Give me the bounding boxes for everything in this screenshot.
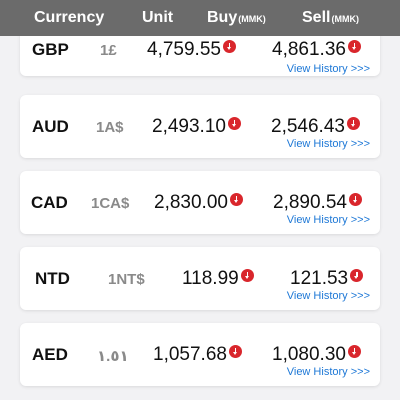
down-arrow-icon	[240, 269, 254, 282]
sell-rate-value: 2,546.43	[271, 116, 345, 137]
currency-unit: 1CA$	[91, 195, 130, 212]
view-history-link[interactable]: View History >>>	[287, 63, 370, 75]
header-sell: Sell(MMK)	[302, 0, 359, 36]
sell-rate: 4,861.36	[272, 39, 361, 61]
down-arrow-icon	[346, 117, 360, 130]
sell-rate-value: 1,080.30	[272, 344, 346, 365]
rate-row-ntd[interactable]: NTD 1NT$ 118.99 121.53 View History >>>	[20, 247, 380, 310]
currency-code: AUD	[32, 117, 69, 136]
header-unit: Unit	[142, 9, 174, 26]
header-currency: Currency	[34, 9, 105, 26]
buy-rate-value: 118.99	[182, 268, 239, 289]
view-history-link[interactable]: View History >>>	[287, 290, 370, 302]
down-arrow-icon	[348, 193, 362, 206]
currency-unit: 1£	[100, 42, 117, 59]
table-header: Currency Unit Buy(MMK) Sell(MMK)	[0, 0, 400, 36]
currency-unit: ١.٥١	[97, 348, 129, 365]
currency-code: CAD	[31, 193, 68, 212]
sell-rate: 2,890.54	[273, 192, 362, 214]
sell-rate-value: 121.53	[290, 268, 349, 289]
sell-rate-value: 4,861.36	[272, 39, 346, 60]
buy-rate-value: 2,493.10	[152, 116, 226, 137]
buy-rate-value: 2,830.00	[154, 192, 228, 213]
sell-rate: 121.53	[290, 268, 364, 290]
header-buy-label: Buy	[207, 9, 238, 26]
header-sell-unit: (MMK)	[331, 14, 359, 24]
currency-code: AED	[32, 345, 68, 364]
down-arrow-icon	[350, 269, 364, 282]
down-arrow-icon	[347, 345, 361, 358]
buy-rate-value: 1,057.68	[153, 344, 227, 365]
rate-row-cad[interactable]: CAD 1CA$ 2,830.00 2,890.54 View History …	[20, 171, 380, 234]
header-sell-label: Sell	[302, 9, 331, 26]
rate-row-aud[interactable]: AUD 1A$ 2,493.10 2,546.43 View History >…	[20, 95, 380, 158]
down-arrow-icon	[227, 117, 241, 130]
currency-unit: 1NT$	[108, 271, 145, 288]
down-arrow-icon	[222, 40, 236, 53]
sell-rate: 1,080.30	[272, 344, 361, 366]
view-history-link[interactable]: View History >>>	[287, 214, 370, 226]
currency-code: GBP	[32, 40, 69, 59]
sell-rate-value: 2,890.54	[273, 192, 347, 213]
currency-unit: 1A$	[96, 119, 124, 136]
buy-rate: 118.99	[182, 268, 254, 290]
header-buy-unit: (MMK)	[238, 14, 266, 24]
down-arrow-icon	[347, 40, 361, 53]
buy-rate: 2,830.00	[154, 192, 243, 214]
buy-rate: 1,057.68	[153, 344, 242, 366]
buy-rate: 4,759.55	[147, 39, 236, 61]
sell-rate: 2,546.43	[271, 116, 360, 138]
view-history-link[interactable]: View History >>>	[287, 366, 370, 378]
rate-row-aed[interactable]: AED ١.٥١ 1,057.68 1,080.30 View History …	[20, 323, 380, 386]
view-history-link[interactable]: View History >>>	[287, 138, 370, 150]
currency-code: NTD	[35, 269, 70, 288]
down-arrow-icon	[228, 345, 242, 358]
down-arrow-icon	[229, 193, 243, 206]
header-buy: Buy(MMK)	[207, 0, 266, 36]
buy-rate: 2,493.10	[152, 116, 241, 138]
buy-rate-value: 4,759.55	[147, 39, 221, 60]
